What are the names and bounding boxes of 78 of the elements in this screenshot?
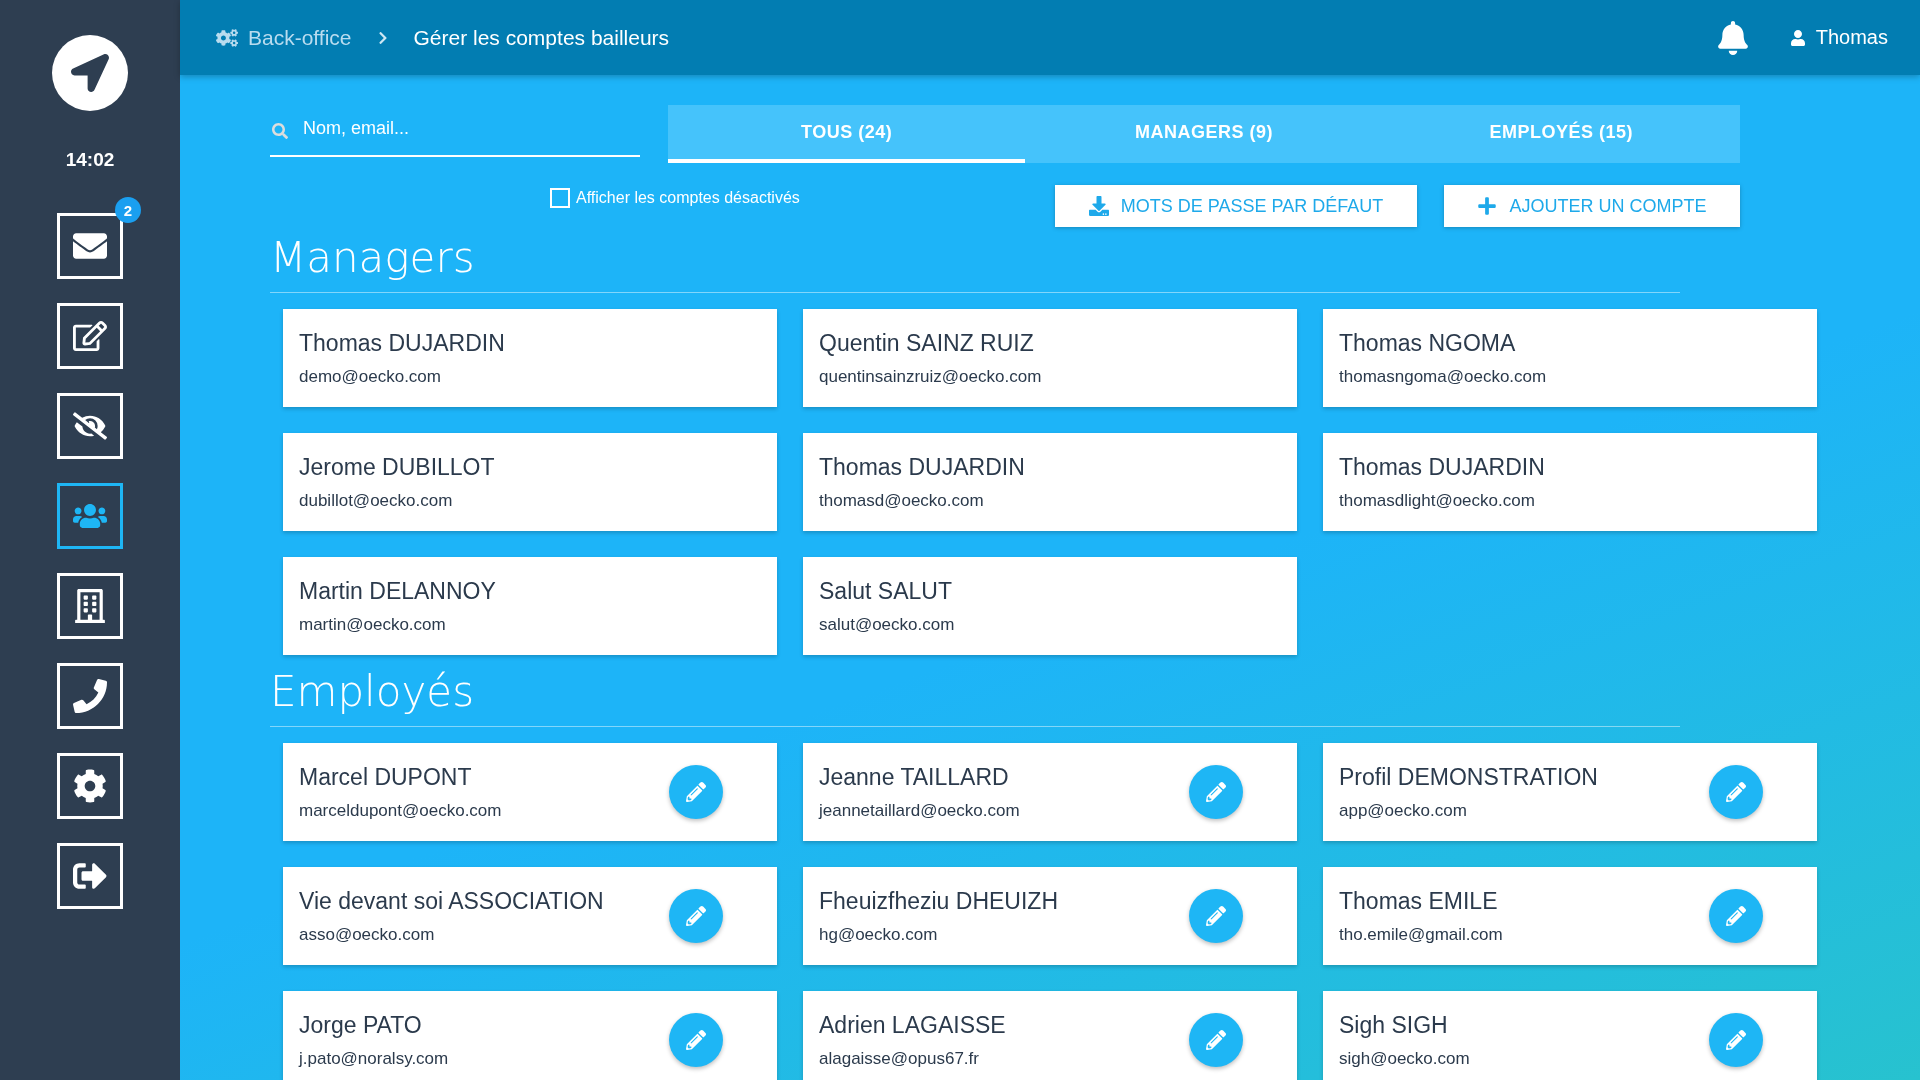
- account-name: Quentin SAINZ RUIZ: [819, 329, 1035, 357]
- account-name: Martin DELANNOY: [299, 577, 497, 605]
- account-email: dubillot@oecko.com: [299, 490, 454, 511]
- download-button[interactable]: MOTS DE PASSE PAR DÉFAUT: [1055, 185, 1417, 227]
- account-email: quentinsainzruiz@oecko.com: [819, 366, 1043, 387]
- account-name: Thomas DUJARDIN: [1339, 453, 1546, 481]
- bell-icon[interactable]: [1715, 20, 1750, 55]
- edit-button[interactable]: [1189, 889, 1243, 943]
- account-name: Thomas EMILE: [1339, 887, 1499, 915]
- account-email: hg@oecko.com: [819, 924, 939, 945]
- account-email: asso@oecko.com: [299, 924, 436, 945]
- building-icon: [73, 589, 107, 623]
- notification-badge: 2: [115, 197, 141, 223]
- user-icon: [1789, 29, 1806, 46]
- account-email: thomasngoma@oecko.com: [1339, 366, 1548, 387]
- account-email: tho.emile@gmail.com: [1339, 924, 1504, 945]
- account-email: salut@oecko.com: [819, 614, 956, 635]
- edit-button[interactable]: [1709, 1013, 1763, 1067]
- account-email: alagaisse@opus67.fr: [819, 1048, 980, 1069]
- account-name: Jerome DUBILLOT: [299, 453, 496, 481]
- account-email: martin@oecko.com: [299, 614, 447, 635]
- breadcrumb-link[interactable]: Back-office: [248, 25, 352, 50]
- edit-button[interactable]: [1709, 889, 1763, 943]
- search-icon: [272, 123, 288, 139]
- pencil-icon: [1726, 906, 1746, 926]
- account-email: sigh@oecko.com: [1339, 1048, 1471, 1069]
- account-name: Vie devant soi ASSOCIATION: [299, 887, 605, 915]
- filter-tab[interactable]: EMPLOYÉS (15): [1382, 105, 1740, 163]
- filter-tab[interactable]: TOUS (24): [668, 105, 1026, 163]
- account-name: Adrien LAGAISSE: [819, 1011, 1007, 1039]
- edit-button[interactable]: [669, 1013, 723, 1067]
- account-email: j.pato@noralsy.com: [299, 1048, 450, 1069]
- account-email: marceldupont@oecko.com: [299, 800, 503, 821]
- eye-slash-icon: [73, 409, 107, 443]
- user-menu[interactable]: Thomas: [1789, 26, 1888, 49]
- add-account-button[interactable]: AJOUTER UN COMPTE: [1444, 185, 1740, 227]
- pencil-icon: [1726, 1030, 1746, 1050]
- account-name: Jeanne TAILLARD: [819, 763, 1010, 791]
- edit-button[interactable]: [669, 765, 723, 819]
- filter-tab[interactable]: MANAGERS (9): [1025, 105, 1383, 163]
- breadcrumb-link[interactable]: Gérer les comptes bailleurs: [413, 25, 670, 50]
- pencil-icon: [1726, 782, 1746, 802]
- phone-icon: [73, 679, 107, 713]
- edit-button[interactable]: [669, 889, 723, 943]
- gears-icon: [216, 26, 238, 49]
- account-email: thomasdlight@oecko.com: [1339, 490, 1536, 511]
- sidebar-nav-button[interactable]: [57, 483, 123, 549]
- plus-icon: [1477, 196, 1498, 216]
- pencil-icon: [686, 1030, 706, 1050]
- account-name: Marcel DUPONT: [299, 763, 473, 791]
- account-email: app@oecko.com: [1339, 800, 1468, 821]
- pencil-icon: [1206, 906, 1226, 926]
- account-name: Thomas NGOMA: [1339, 329, 1517, 357]
- section-heading: Employés: [270, 667, 1680, 727]
- section-heading: Managers: [270, 233, 1680, 293]
- account-name: Thomas DUJARDIN: [299, 329, 506, 357]
- account-name: Profil DEMONSTRATION: [1339, 763, 1599, 791]
- account-name: Jorge PATO: [299, 1011, 423, 1039]
- account-name: Salut SALUT: [819, 577, 953, 605]
- account-name: Thomas DUJARDIN: [819, 453, 1026, 481]
- edit-button[interactable]: [1189, 1013, 1243, 1067]
- download-icon: [1088, 196, 1109, 216]
- checkbox[interactable]: [550, 188, 570, 208]
- settings-icon: [73, 769, 107, 803]
- pencil-icon: [1206, 782, 1226, 802]
- account-email: thomasd@oecko.com: [819, 490, 985, 511]
- account-email: jeannetaillard@oecko.com: [819, 800, 1021, 821]
- pencil-icon: [1206, 1030, 1226, 1050]
- edit-button[interactable]: [1189, 765, 1243, 819]
- account-email: demo@oecko.com: [299, 366, 442, 387]
- clock-time: 14:02: [65, 149, 115, 171]
- checkbox-label: Afficher les comptes désactivés: [576, 189, 800, 207]
- pencil-icon: [686, 782, 706, 802]
- account-name: Sigh SIGH: [1339, 1011, 1449, 1039]
- search-field[interactable]: Nom, email...: [270, 105, 640, 157]
- edit-button[interactable]: [1709, 765, 1763, 819]
- account-name: Fheuizfheziu DHEUIZH: [819, 887, 1060, 915]
- pencil-icon: [686, 906, 706, 926]
